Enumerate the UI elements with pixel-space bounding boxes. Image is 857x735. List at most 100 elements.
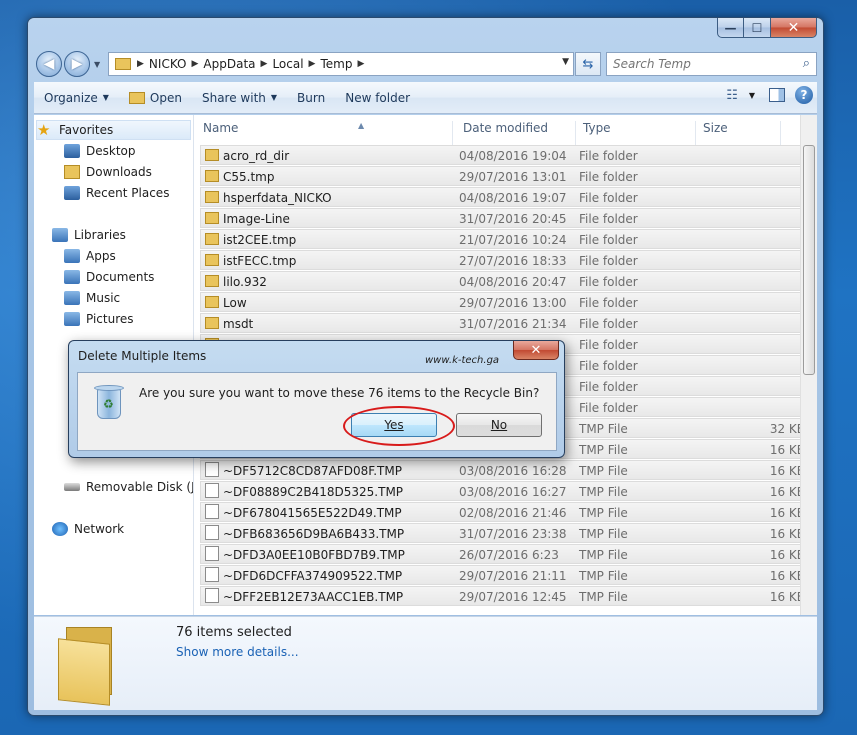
sidebar-item-label: Documents (86, 270, 155, 284)
folder-icon (205, 296, 219, 308)
file-date: 29/07/2016 13:00 (459, 296, 567, 310)
search-input[interactable] (613, 57, 793, 71)
view-options-icon[interactable]: ☷ (726, 88, 738, 103)
file-date: 26/07/2016 6:23 (459, 548, 559, 562)
file-name: ist2CEE.tmp (223, 233, 297, 247)
file-date: 03/08/2016 16:28 (459, 464, 567, 478)
new-folder-button[interactable]: New folder (335, 86, 420, 110)
back-button[interactable]: ◀ (36, 51, 62, 77)
file-type: TMP File (579, 548, 628, 562)
file-row[interactable]: ~DFB683656D9BA6B433.TMP 31/07/2016 23:38 T… (200, 523, 810, 543)
file-row[interactable]: acro_rd_dir 04/08/2016 19:04 File folder (200, 145, 810, 165)
navigation-bar: ◀ ▶ ▼ ▶ NICKO ▶ AppData ▶ Local ▶ Temp ▶… (34, 50, 817, 78)
file-type: File folder (579, 191, 638, 205)
maximize-button[interactable]: ☐ (744, 18, 771, 38)
sidebar-item-apps[interactable]: Apps (64, 246, 116, 266)
file-name: ~DFD3A0EE10B0FBD7B9.TMP (223, 548, 405, 562)
column-headers: ▲ Name Date modified Type Size (195, 115, 817, 146)
breadcrumb-nicko[interactable]: NICKO (149, 57, 187, 71)
column-date[interactable]: Date modified (463, 121, 548, 135)
sidebar-item-recent-places[interactable]: Recent Places (64, 183, 169, 203)
file-row[interactable]: ~DFF2EB12E73AACC1EB.TMP 29/07/2016 12:45 T… (200, 586, 810, 606)
share-with-label: Share with (201, 90, 266, 105)
chevron-right-icon[interactable]: ▶ (357, 59, 364, 69)
breadcrumb-appdata[interactable]: AppData (203, 57, 255, 71)
sidebar-item-libraries[interactable]: Libraries (52, 225, 126, 245)
file-row[interactable]: C55.tmp 29/07/2016 13:01 File folder (200, 166, 810, 186)
column-size[interactable]: Size (703, 121, 728, 135)
share-with-button[interactable]: Share with ▼ (192, 86, 287, 110)
file-row[interactable]: ~DF678041565E522D49.TMP 02/08/2016 21:46 T… (200, 502, 810, 522)
chevron-down-icon[interactable]: ▼ (749, 91, 755, 100)
desktop-icon (64, 144, 80, 158)
breadcrumb-local[interactable]: Local (272, 57, 303, 71)
file-row[interactable]: istFECC.tmp 27/07/2016 18:33 File folder (200, 250, 810, 270)
removable-disk-icon (64, 483, 80, 491)
nav-arrows: ◀ ▶ ▼ (36, 50, 108, 78)
search-box[interactable]: ⌕ (606, 52, 817, 76)
sidebar-item-downloads[interactable]: Downloads (64, 162, 152, 182)
folder-icon (205, 275, 219, 287)
pictures-icon (64, 312, 80, 326)
file-row[interactable]: ist2CEE.tmp 21/07/2016 10:24 File folder (200, 229, 810, 249)
file-type: TMP File (579, 569, 628, 583)
sidebar-item-pictures[interactable]: Pictures (64, 309, 134, 329)
file-row[interactable]: hsperfdata_NICKO 04/08/2016 19:07 File fol… (200, 187, 810, 207)
file-row[interactable]: lilo.932 04/08/2016 20:47 File folder (200, 271, 810, 291)
file-row[interactable]: Low 29/07/2016 13:00 File folder (200, 292, 810, 312)
open-button[interactable]: Open (119, 86, 192, 110)
column-divider[interactable] (452, 121, 453, 146)
file-row[interactable]: ~DFD3A0EE10B0FBD7B9.TMP 26/07/2016 6:23 TM… (200, 544, 810, 564)
folder-icon (56, 623, 118, 706)
close-button[interactable]: ✕ (771, 18, 817, 38)
file-type: File folder (579, 233, 638, 247)
sidebar-item-documents[interactable]: Documents (64, 267, 154, 287)
file-row[interactable]: ~DFD6DCFFA374909522.TMP 29/07/2016 21:11 T… (200, 565, 810, 585)
no-button[interactable]: No (456, 413, 542, 437)
file-type: File folder (579, 317, 638, 331)
chevron-right-icon[interactable]: ▶ (261, 59, 268, 69)
open-label: Open (149, 90, 182, 105)
folder-icon (205, 149, 219, 161)
sidebar-item-music[interactable]: Music (64, 288, 120, 308)
sidebar-item-removable-disk[interactable]: Removable Disk (J:) (64, 477, 194, 497)
file-date: 02/08/2016 21:46 (459, 506, 567, 520)
file-row[interactable]: ~DF5712C8CD87AFD08F.TMP 03/08/2016 16:28 T… (200, 460, 810, 480)
column-divider[interactable] (575, 121, 576, 146)
recent-pages-dropdown[interactable]: ▼ (94, 60, 100, 69)
search-icon[interactable]: ⌕ (803, 56, 810, 71)
breadcrumb-temp[interactable]: Temp (320, 57, 352, 71)
file-row[interactable]: Image-Line 31/07/2016 20:45 File folder (200, 208, 810, 228)
chevron-right-icon[interactable]: ▶ (191, 59, 198, 69)
chevron-down-icon[interactable]: ▼ (562, 57, 569, 67)
vertical-scrollbar[interactable] (800, 115, 817, 615)
sidebar-item-label: Removable Disk (J:) (86, 480, 194, 494)
file-row[interactable]: msdt 31/07/2016 21:34 File folder (200, 313, 810, 333)
file-date: 29/07/2016 12:45 (459, 590, 567, 604)
sidebar-item-desktop[interactable]: Desktop (64, 141, 136, 161)
column-type[interactable]: Type (583, 121, 611, 135)
minimize-button[interactable]: — (717, 18, 744, 38)
column-name[interactable]: Name (203, 121, 238, 135)
selection-count: 76 items selected (176, 625, 292, 640)
sidebar-item-label: Music (86, 291, 121, 305)
chevron-right-icon[interactable]: ▶ (309, 59, 316, 69)
column-divider[interactable] (780, 121, 781, 146)
burn-button[interactable]: Burn (287, 86, 335, 110)
sidebar-item-favorites[interactable]: ★ Favorites (36, 120, 191, 140)
dialog-close-button[interactable]: ✕ (513, 341, 559, 360)
refresh-button[interactable]: ⇆ (575, 52, 601, 76)
scrollbar-thumb[interactable] (803, 145, 815, 375)
preview-pane-icon[interactable] (769, 88, 785, 102)
forward-button[interactable]: ▶ (64, 51, 90, 77)
chevron-right-icon[interactable]: ▶ (137, 59, 144, 69)
sidebar-item-network[interactable]: Network (52, 519, 124, 539)
organize-button[interactable]: Organize ▼ (34, 86, 119, 110)
watermark-text: www.k-tech.ga (425, 355, 500, 366)
column-divider[interactable] (695, 121, 696, 146)
show-more-details-link[interactable]: Show more details... (176, 645, 299, 659)
help-icon[interactable]: ? (795, 86, 813, 104)
file-name: ~DFD6DCFFA374909522.TMP (223, 569, 403, 583)
address-bar[interactable]: ▶ NICKO ▶ AppData ▶ Local ▶ Temp ▶ ▼ (108, 52, 574, 76)
file-row[interactable]: ~DF08889C2B418D5325.TMP 03/08/2016 16:27 T… (200, 481, 810, 501)
